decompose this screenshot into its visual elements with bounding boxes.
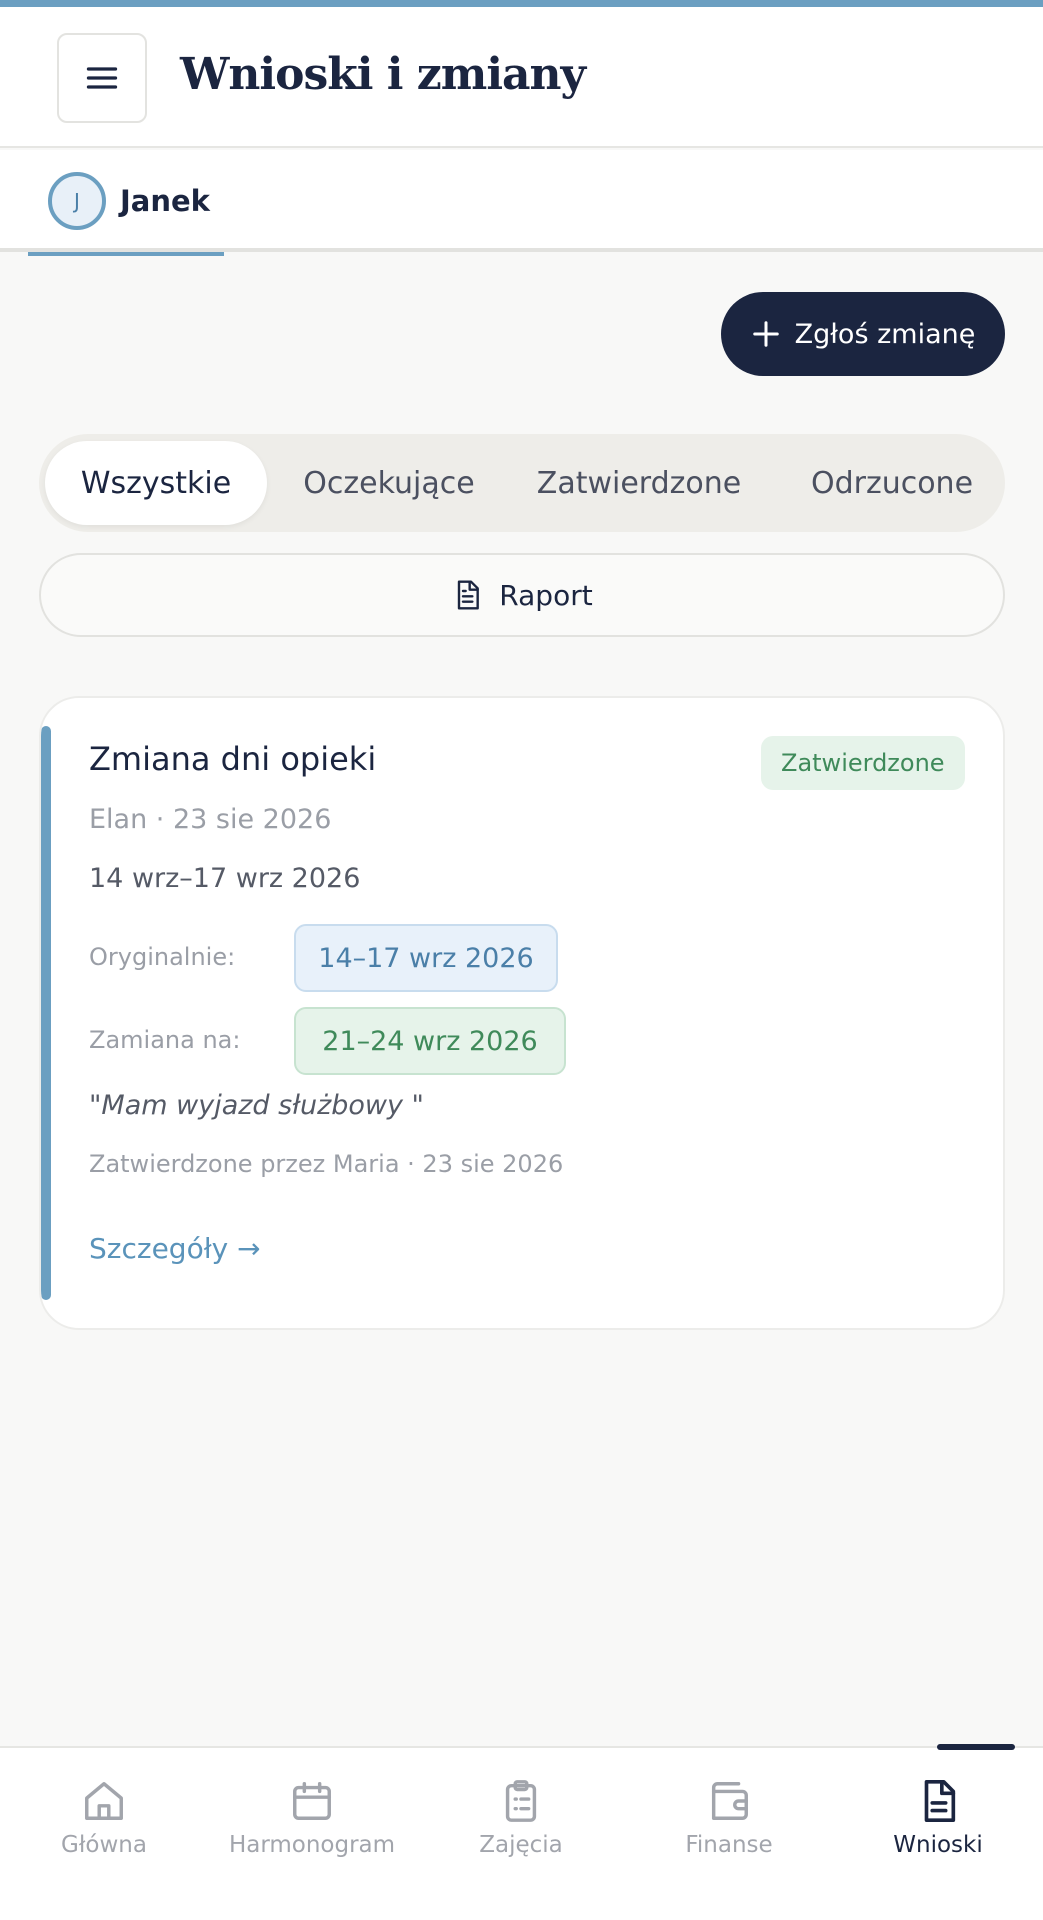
hamburger-menu-icon bbox=[86, 67, 118, 89]
status-filter-bar: Wszystkie Oczekujące Zatwierdzone Odrzuc… bbox=[39, 434, 1005, 532]
top-accent-bar bbox=[0, 0, 1043, 7]
nav-item-requests[interactable]: Wnioski bbox=[834, 1778, 1042, 1878]
request-meta: Elan · 23 sie 2026 bbox=[89, 804, 332, 835]
filter-tab-rejected[interactable]: Odrzucone bbox=[779, 441, 1005, 525]
filter-tab-all[interactable]: Wszystkie bbox=[45, 441, 267, 525]
add-change-button[interactable]: Zgłoś zmianę bbox=[721, 292, 1005, 376]
request-note: "Mam wyjazd służbowy " bbox=[89, 1090, 424, 1121]
swap-label: Zamiana na: bbox=[89, 1026, 241, 1054]
plus-icon bbox=[752, 321, 779, 347]
card-accent-stripe bbox=[41, 726, 51, 1300]
request-card[interactable]: Zmiana dni opieki Zatwierdzone Elan · 23… bbox=[39, 696, 1005, 1330]
nav-label-home: Główna bbox=[61, 1832, 147, 1858]
nav-label-requests: Wnioski bbox=[893, 1832, 983, 1858]
nav-item-schedule[interactable]: Harmonogram bbox=[208, 1778, 416, 1878]
status-badge: Zatwierdzone bbox=[761, 736, 965, 790]
report-label: Raport bbox=[499, 578, 593, 612]
calendar-icon bbox=[293, 1782, 331, 1820]
document-icon bbox=[924, 1780, 956, 1822]
nav-label-activities: Zajęcia bbox=[479, 1832, 563, 1858]
clipboard-icon bbox=[505, 1780, 537, 1822]
child-tab-janek[interactable]: J Janek bbox=[28, 150, 224, 256]
child-name: Janek bbox=[120, 184, 210, 218]
request-title: Zmiana dni opieki bbox=[89, 740, 377, 778]
avatar: J bbox=[48, 172, 106, 230]
request-date-range: 14 wrz–17 wrz 2026 bbox=[89, 863, 361, 894]
nav-label-schedule: Harmonogram bbox=[228, 1832, 396, 1858]
nav-item-home[interactable]: Główna bbox=[0, 1778, 208, 1878]
swap-date-chip: 21–24 wrz 2026 bbox=[294, 1007, 566, 1075]
nav-label-finance: Finanse bbox=[685, 1832, 773, 1858]
filter-tab-approved[interactable]: Zatwierdzone bbox=[523, 441, 755, 525]
app-header: Wnioski i zmiany bbox=[0, 7, 1043, 148]
original-label: Oryginalnie: bbox=[89, 943, 236, 971]
details-link[interactable]: Szczegóły → bbox=[89, 1232, 261, 1265]
document-icon bbox=[458, 580, 480, 610]
nav-item-finance[interactable]: Finanse bbox=[625, 1778, 833, 1878]
wallet-icon bbox=[711, 1782, 748, 1820]
original-date-chip: 14–17 wrz 2026 bbox=[294, 924, 558, 992]
home-icon bbox=[85, 1782, 123, 1820]
nav-item-activities[interactable]: Zajęcia bbox=[417, 1778, 625, 1878]
filter-tab-pending[interactable]: Oczekujące bbox=[279, 441, 499, 525]
nav-active-indicator bbox=[937, 1744, 1015, 1750]
child-tabs: J Janek bbox=[0, 150, 1043, 256]
report-button[interactable]: Raport bbox=[39, 553, 1005, 637]
menu-button[interactable] bbox=[57, 33, 147, 123]
add-change-label: Zgłoś zmianę bbox=[794, 318, 976, 350]
page-title: Wnioski i zmiany bbox=[180, 49, 586, 100]
bottom-navigation: Główna Harmonogram Zajęcia Finanse Wnios… bbox=[0, 1744, 1043, 1920]
approval-info: Zatwierdzone przez Maria · 23 sie 2026 bbox=[89, 1150, 564, 1178]
active-tab-underline bbox=[28, 252, 224, 256]
